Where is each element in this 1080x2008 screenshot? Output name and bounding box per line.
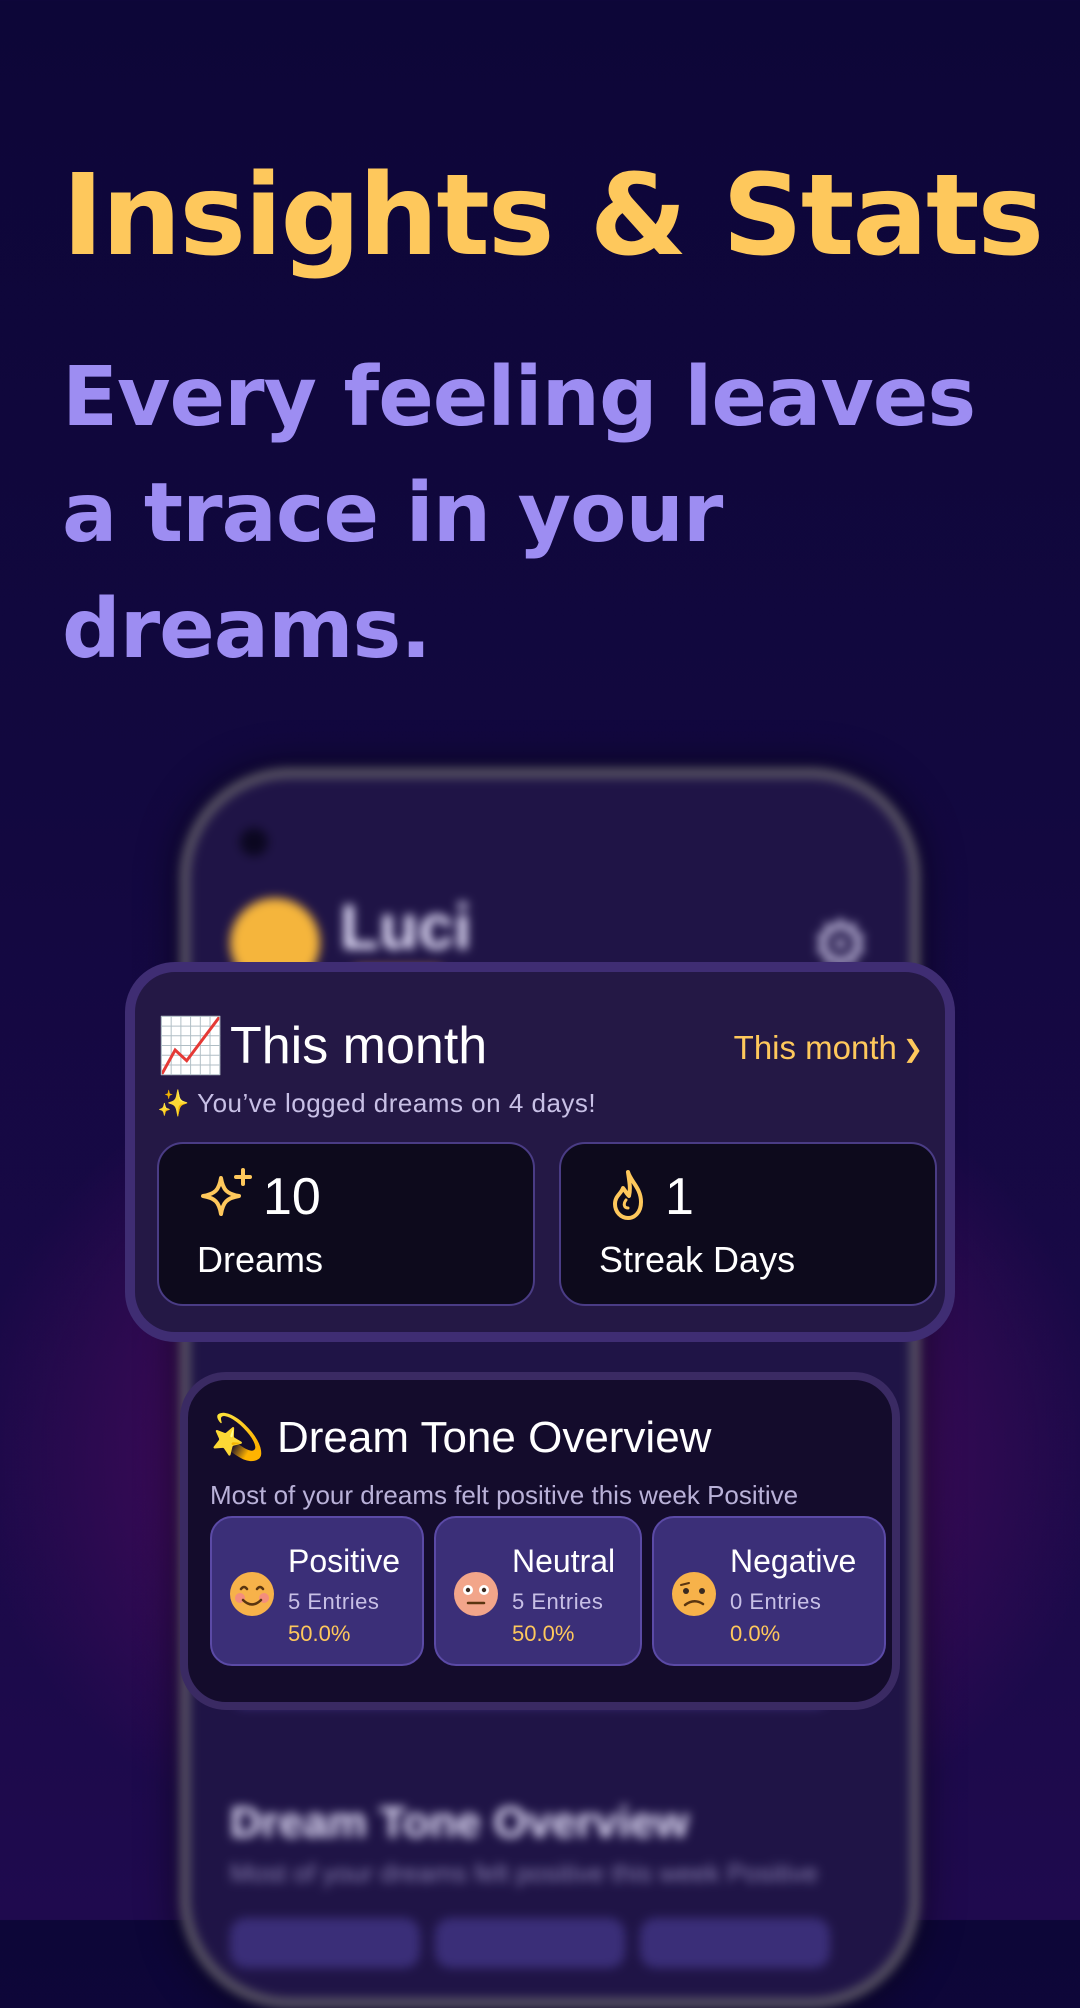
tone-name: Neutral — [512, 1543, 616, 1579]
card-subtitle: ✨ You’ve logged dreams on 4 days! — [157, 1088, 597, 1118]
tone-entries: 5 Entries — [288, 1589, 380, 1614]
user-name: Luci — [340, 891, 472, 963]
tone-negative[interactable]: Negative 0 Entries 0.0% — [652, 1516, 886, 1666]
phone-placeholder-bar — [435, 1918, 625, 1968]
tone-percent: 50.0% — [512, 1621, 575, 1646]
tone-name: Positive — [288, 1543, 401, 1579]
tone-entries: 0 Entries — [730, 1589, 822, 1614]
tone-percent: 50.0% — [288, 1621, 351, 1646]
phone-placeholder-bar — [230, 1918, 420, 1968]
dreams-label: Dreams — [197, 1239, 324, 1280]
page-title: Insights & Stats — [62, 151, 1044, 281]
sparkles-icon — [201, 1168, 252, 1216]
dreams-count: 10 — [263, 1168, 321, 1226]
stat-streak[interactable]: 1 Streak Days — [559, 1142, 937, 1306]
period-dropdown[interactable]: This month ❯ — [734, 1028, 923, 1070]
confused-face-icon — [672, 1572, 716, 1616]
streak-label: Streak Days — [599, 1239, 796, 1280]
chevron-down-icon: ❯ — [902, 1036, 923, 1064]
card-title: This month — [230, 1017, 488, 1075]
stat-dreams[interactable]: 10 Dreams — [157, 1142, 535, 1306]
tone-entries: 5 Entries — [512, 1589, 604, 1614]
smiling-face-icon — [230, 1572, 274, 1616]
this-month-card: 📈 This month This month ❯ ✨ You’ve logged… — [125, 962, 955, 1342]
streak-count: 1 — [665, 1168, 694, 1226]
dizzy-star-icon: 💫 — [210, 1413, 265, 1462]
tone-neutral[interactable]: Neutral 5 Entries 50.0% — [434, 1516, 642, 1666]
card-title: Dream Tone Overview — [277, 1413, 712, 1462]
tone-name: Negative — [730, 1543, 857, 1579]
phone-section-subtitle: Most of your dreams felt positive this w… — [230, 1858, 819, 1888]
tone-percent: 0.0% — [730, 1621, 781, 1646]
camera-icon — [240, 828, 268, 856]
phone-section-title: Dream Tone Overview — [230, 1798, 689, 1847]
dream-tone-card: 💫 Dream Tone Overview Most of your dream… — [180, 1372, 900, 1710]
page-subtitle: Every feeling leaves a trace in your dre… — [62, 350, 976, 677]
period-dropdown-label: This month — [733, 1029, 897, 1066]
phone-placeholder-bar — [640, 1918, 830, 1968]
flame-icon — [613, 1170, 643, 1220]
card-subtitle: Most of your dreams felt positive this w… — [210, 1480, 799, 1510]
chart-increasing-icon: 📈 — [157, 1016, 225, 1076]
neutral-face-icon — [454, 1572, 498, 1616]
tone-positive[interactable]: Positive 5 Entries 50.0% — [210, 1516, 424, 1666]
